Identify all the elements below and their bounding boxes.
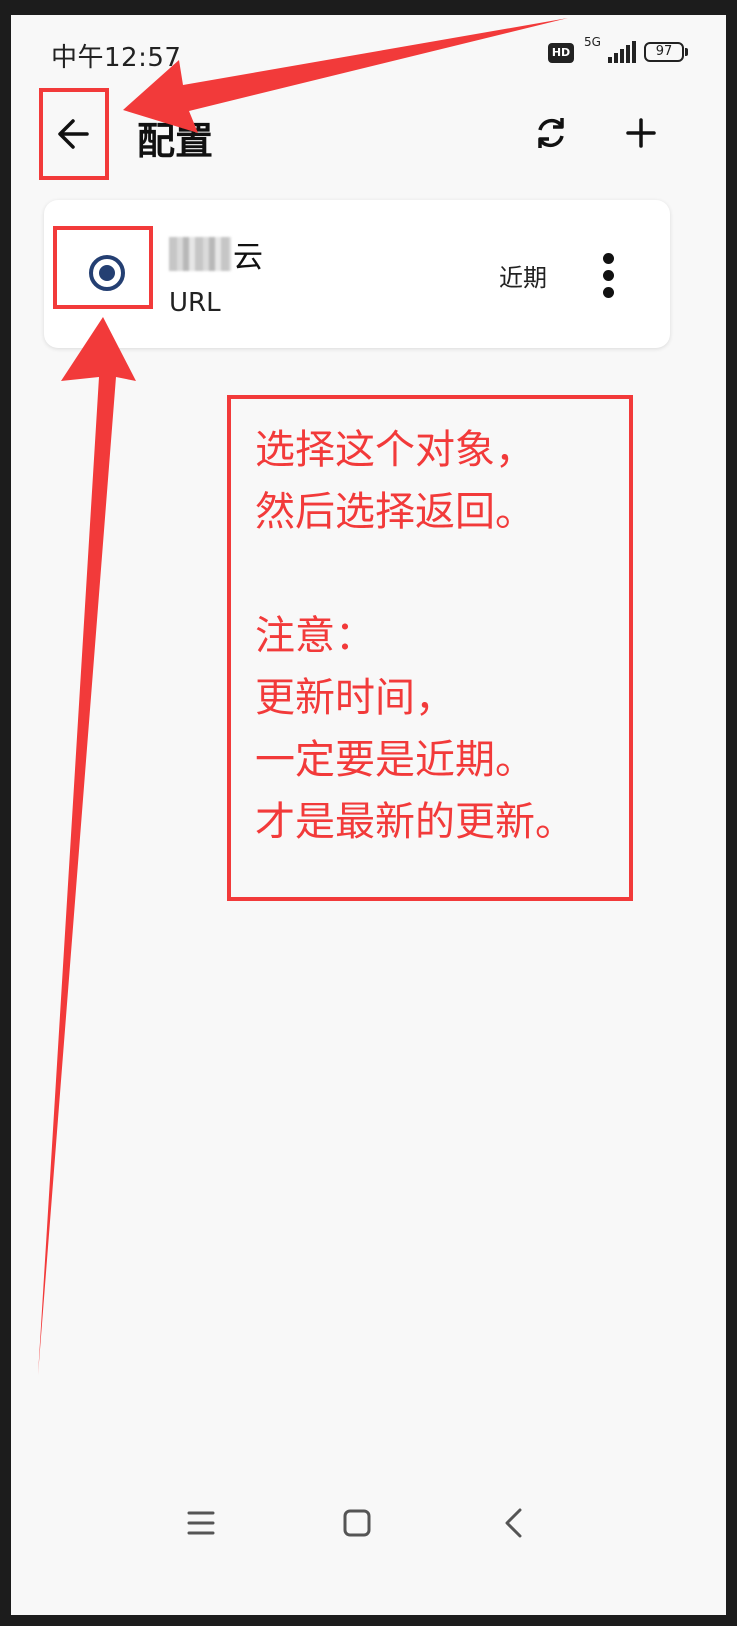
top-app-bar: 配置 <box>11 90 726 180</box>
arrow-to-radio <box>38 317 136 1375</box>
annotation-line: 一定要是近期。 <box>255 737 535 783</box>
menu-icon[interactable] <box>181 1503 221 1543</box>
more-options-button[interactable] <box>594 250 624 300</box>
back-icon[interactable] <box>494 1503 534 1543</box>
system-nav-bar <box>11 1485 726 1575</box>
status-icons: HD 5G 97 <box>548 35 690 69</box>
home-icon[interactable] <box>337 1503 377 1543</box>
annotation-gap <box>255 543 629 605</box>
annotation-line: 选择这个对象， <box>255 427 535 473</box>
plus-icon <box>626 118 656 148</box>
annotation-line: 更新时间， <box>255 675 455 721</box>
more-vert-icon <box>603 253 614 264</box>
signal-icon <box>608 41 636 63</box>
battery-indicator: 97 <box>644 42 684 62</box>
refresh-button[interactable] <box>526 108 576 158</box>
annotation-line: 才是最新的更新。 <box>255 799 575 845</box>
battery-tip <box>685 48 688 56</box>
more-vert-icon <box>603 270 614 281</box>
profile-name: 云 <box>169 232 263 276</box>
page-title: 配置 <box>137 119 214 163</box>
annotation-line: 注意： <box>255 613 375 659</box>
phone-screen: 中午12:57 HD 5G 97 配置 云 URL 近期 选择这个对象， 然后选… <box>11 15 726 1615</box>
back-button-highlight <box>39 88 109 180</box>
status-time: 中午12:57 <box>51 43 182 73</box>
annotation-note: 选择这个对象， 然后选择返回。 注意： 更新时间， 一定要是近期。 才是最新的更… <box>227 395 633 901</box>
add-button[interactable] <box>616 108 666 158</box>
update-time: 近期 <box>499 264 547 292</box>
profile-subtitle: URL <box>169 288 221 318</box>
sync-icon <box>538 118 564 148</box>
annotation-line: 然后选择返回。 <box>255 489 535 535</box>
more-vert-icon <box>603 287 614 298</box>
hd-badge: HD <box>548 43 574 63</box>
status-bar: 中午12:57 HD 5G 97 <box>11 15 726 90</box>
redacted-name <box>169 237 231 271</box>
profile-name-suffix: 云 <box>233 240 263 275</box>
radio-highlight <box>53 226 153 309</box>
